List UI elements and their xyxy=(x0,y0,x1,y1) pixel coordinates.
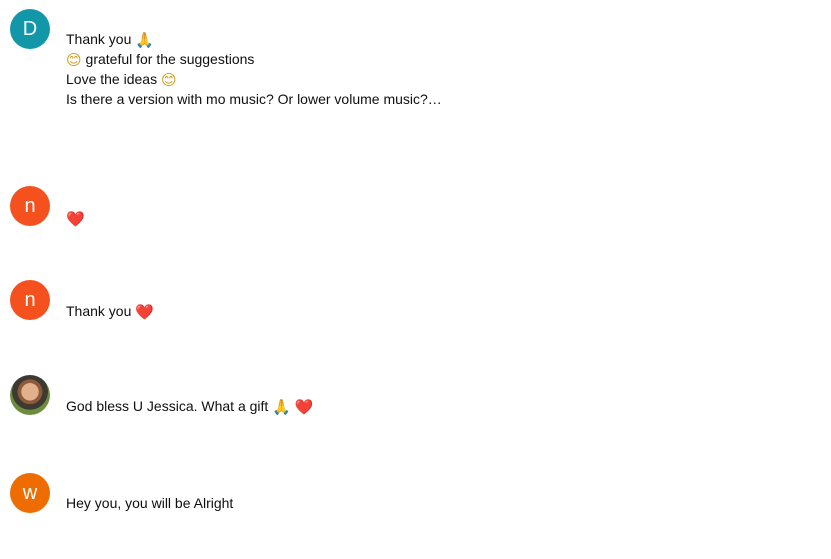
comment-text: Thank you ❤️ xyxy=(66,301,786,321)
comment-line: ❤️ xyxy=(66,208,786,228)
comment-line: 😊 grateful for the suggestions xyxy=(66,49,786,69)
comment-line-text: Hey you, you will be Alright xyxy=(66,495,234,511)
comment-text: ❤️ xyxy=(66,208,786,228)
avatar[interactable] xyxy=(10,375,50,415)
comment-line: God bless U Jessica. What a gift 🙏 ❤️ xyxy=(66,396,786,416)
red-heart-icon: ❤️ xyxy=(135,303,154,321)
comment-line-text: grateful for the suggestions xyxy=(81,51,255,67)
comment-line: Hey you, you will be Alright xyxy=(66,493,786,513)
comment-line: Is there a version with mo music? Or low… xyxy=(66,89,786,109)
comment-line-text: Is there a version with mo music? Or low… xyxy=(66,91,442,107)
smiling-face-icon: 😊 xyxy=(66,51,82,69)
avatar[interactable]: w xyxy=(10,473,50,513)
avatar[interactable]: D xyxy=(10,9,50,49)
comment-line-text: Love the ideas xyxy=(66,71,161,87)
comment-line-text: Thank you xyxy=(66,31,136,47)
comment-line: Thank you ❤️ xyxy=(66,301,786,321)
smiling-face-icon: 😊 xyxy=(160,71,177,89)
folded-hands-icon: 🙏 xyxy=(272,398,291,416)
red-heart-icon: ❤️ xyxy=(66,210,85,228)
comment-line: Thank you 🙏 xyxy=(66,29,786,49)
comment-line: Love the ideas 😊 xyxy=(66,69,786,89)
avatar[interactable]: n xyxy=(10,186,50,226)
red-heart-icon: ❤️ xyxy=(294,398,314,416)
comment-line-text: God bless U Jessica. What a gift xyxy=(66,398,273,414)
comment-text: God bless U Jessica. What a gift 🙏 ❤️ xyxy=(66,396,786,416)
avatar[interactable]: n xyxy=(10,280,50,320)
comment-text: Hey you, you will be Alright xyxy=(66,493,786,513)
folded-hands-icon: 🙏 xyxy=(135,31,154,49)
comment-text: Thank you 🙏 😊 grateful for the suggestio… xyxy=(66,29,786,109)
comment-line-text: Thank you xyxy=(66,303,136,319)
